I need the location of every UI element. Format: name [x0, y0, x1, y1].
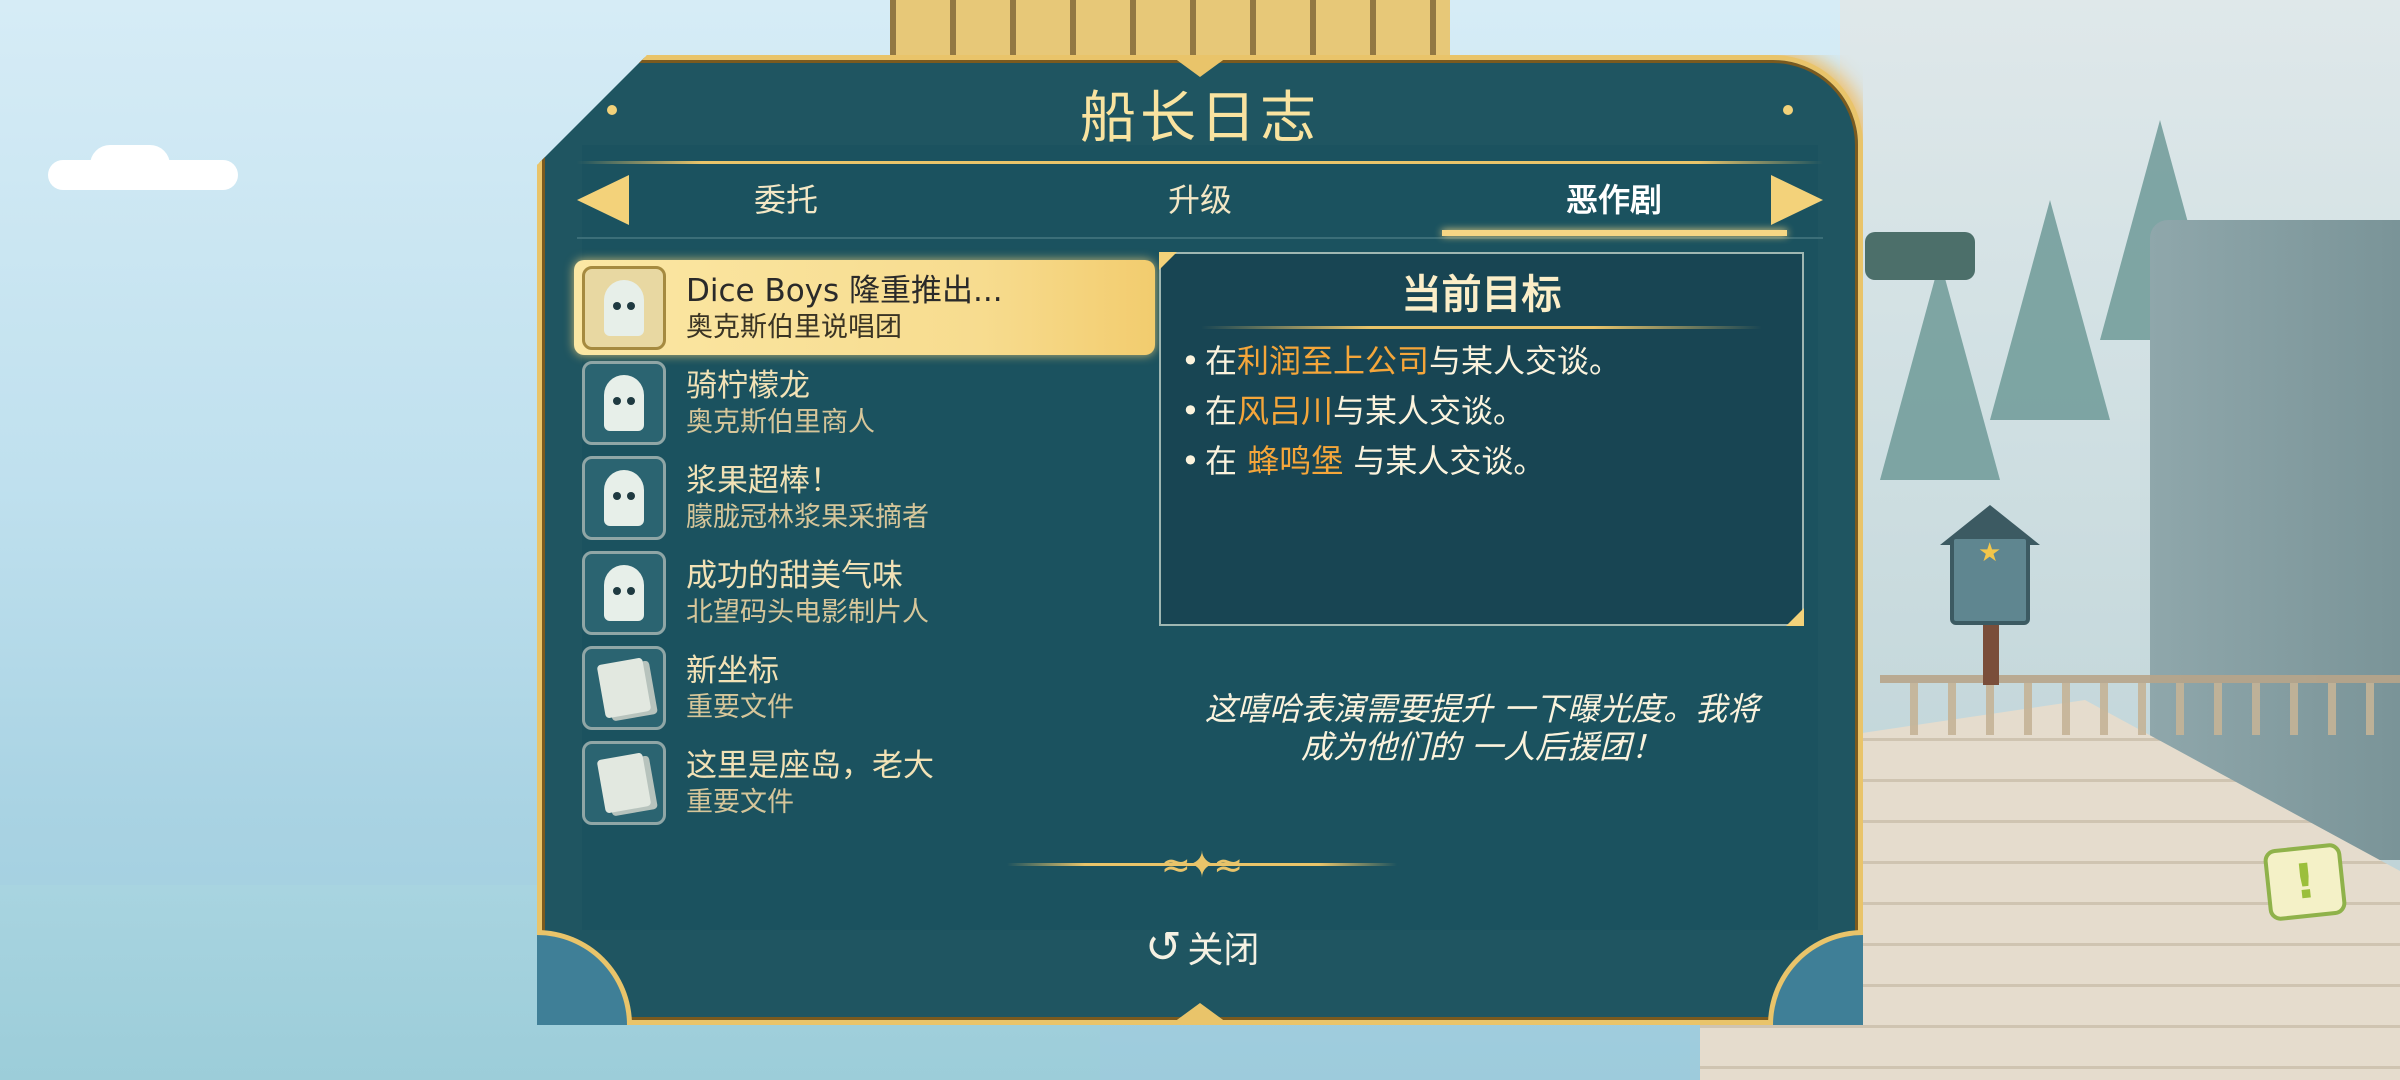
tab-prev-arrow-icon[interactable]: [577, 175, 629, 225]
tab-commissions[interactable]: 委托: [686, 175, 886, 221]
objective-item: • 在 蜂鸣堡 与某人交谈。: [1181, 442, 1546, 480]
quest-giver: 北望码头电影制片人: [686, 596, 929, 628]
quest-title: 新坐标: [686, 652, 779, 689]
quest-item[interactable]: 这里是座岛，老大 重要文件: [582, 735, 1147, 830]
pipe: [1865, 232, 1975, 280]
ghost-icon: [604, 469, 644, 526]
flourish-ornament-icon: ≈✦≈: [1160, 845, 1244, 886]
objective-item: • 在利润至上公司与某人交谈。: [1181, 342, 1622, 380]
quest-document-avatar: [582, 645, 666, 730]
quest-giver-avatar: [582, 360, 666, 445]
return-arrow-icon: ↻: [1144, 921, 1182, 973]
quest-giver-avatar: [582, 455, 666, 540]
objective-prefix: 在: [1205, 392, 1238, 430]
tab-next-arrow-icon[interactable]: [1771, 175, 1823, 225]
close-label: 关闭: [1187, 930, 1260, 971]
objective-suffix: 与某人交谈。: [1333, 392, 1526, 430]
quest-giver: 重要文件: [686, 691, 794, 723]
tab-pranks[interactable]: 恶作剧: [1514, 175, 1714, 221]
objective-location: 蜂鸣堡: [1247, 442, 1344, 480]
title-divider: [577, 161, 1823, 164]
objective-prefix: 在: [1205, 442, 1248, 480]
panel-corner-ornament: [1786, 608, 1804, 626]
tab-upgrades[interactable]: 升级: [1100, 175, 1300, 221]
document-icon: [596, 656, 652, 719]
objective-location: 风吕川: [1237, 392, 1334, 430]
quest-giver: 奥克斯伯里商人: [686, 406, 875, 438]
objective-prefix: 在: [1205, 342, 1238, 380]
pine-tree: [1990, 200, 2110, 420]
ghost-icon: [604, 279, 644, 336]
dialog-title: 船长日志: [1080, 86, 1320, 151]
ghost-icon: [604, 564, 644, 621]
document-icon: [596, 751, 652, 814]
quest-title: 这里是座岛，老大: [686, 747, 934, 784]
quest-list: Dice Boys 隆重推出... 奥克斯伯里说唱团 骑柠檬龙 奥克斯伯里商人 …: [574, 260, 1155, 830]
objective-location: 利润至上公司: [1237, 342, 1430, 380]
quest-item[interactable]: 骑柠檬龙 奥克斯伯里商人: [582, 355, 1147, 450]
quest-item[interactable]: 浆果超棒！ 朦胧冠林浆果采摘者: [582, 450, 1147, 545]
objectives-divider: [1201, 326, 1762, 329]
quest-title: 骑柠檬龙: [686, 367, 810, 404]
quest-item[interactable]: Dice Boys 隆重推出... 奥克斯伯里说唱团: [574, 260, 1155, 355]
quest-title: 成功的甜美气味: [686, 557, 903, 594]
quest-giver: 朦胧冠林浆果采摘者: [686, 501, 929, 533]
railing: [1880, 675, 2400, 735]
close-button[interactable]: ↻ 关闭: [1127, 917, 1277, 977]
quest-giver: 重要文件: [686, 786, 794, 818]
quest-flavor-text: 这嘻哈表演需要提升 一下曝光度。我将成为他们的 一人后援团！: [1204, 690, 1760, 766]
bottom-notch-ornament: [1170, 1003, 1230, 1025]
objective-suffix: 与某人交谈。: [1343, 442, 1546, 480]
objectives-title: 当前目标: [1401, 272, 1562, 318]
ghost-icon: [604, 374, 644, 431]
quest-alert-icon[interactable]: !: [2262, 842, 2348, 922]
quest-item[interactable]: 成功的甜美气味 北望码头电影制片人: [582, 545, 1147, 640]
captains-log-dialog: 船长日志 委托 升级 恶作剧 Dice Boys 隆重推出... 奥克斯伯里说唱…: [537, 55, 1863, 1025]
cloud: [90, 145, 170, 185]
quest-document-avatar: [582, 740, 666, 825]
quest-giver-avatar: [582, 550, 666, 635]
title-bar: 船长日志: [537, 55, 1863, 163]
quest-title: 浆果超棒！: [686, 462, 841, 499]
objective-suffix: 与某人交谈。: [1429, 342, 1622, 380]
panel-corner-ornament: [1159, 252, 1177, 270]
quest-giver: 奥克斯伯里说唱团: [686, 311, 902, 343]
quest-item[interactable]: 新坐标 重要文件: [582, 640, 1147, 735]
star-icon: ★: [1978, 538, 2002, 568]
tab-rule: [577, 237, 1823, 239]
quest-title: Dice Boys 隆重推出...: [686, 272, 1003, 309]
active-tab-indicator: [1442, 230, 1787, 236]
mailbox-pole: [1983, 625, 1999, 685]
current-objectives-panel: 当前目标 • 在利润至上公司与某人交谈。 • 在风吕川与某人交谈。 • 在 蜂鸣堡 与…: [1159, 252, 1804, 626]
pine-tree: [1880, 260, 2000, 480]
objective-item: • 在风吕川与某人交谈。: [1181, 392, 1526, 430]
quest-giver-avatar: [582, 265, 666, 350]
